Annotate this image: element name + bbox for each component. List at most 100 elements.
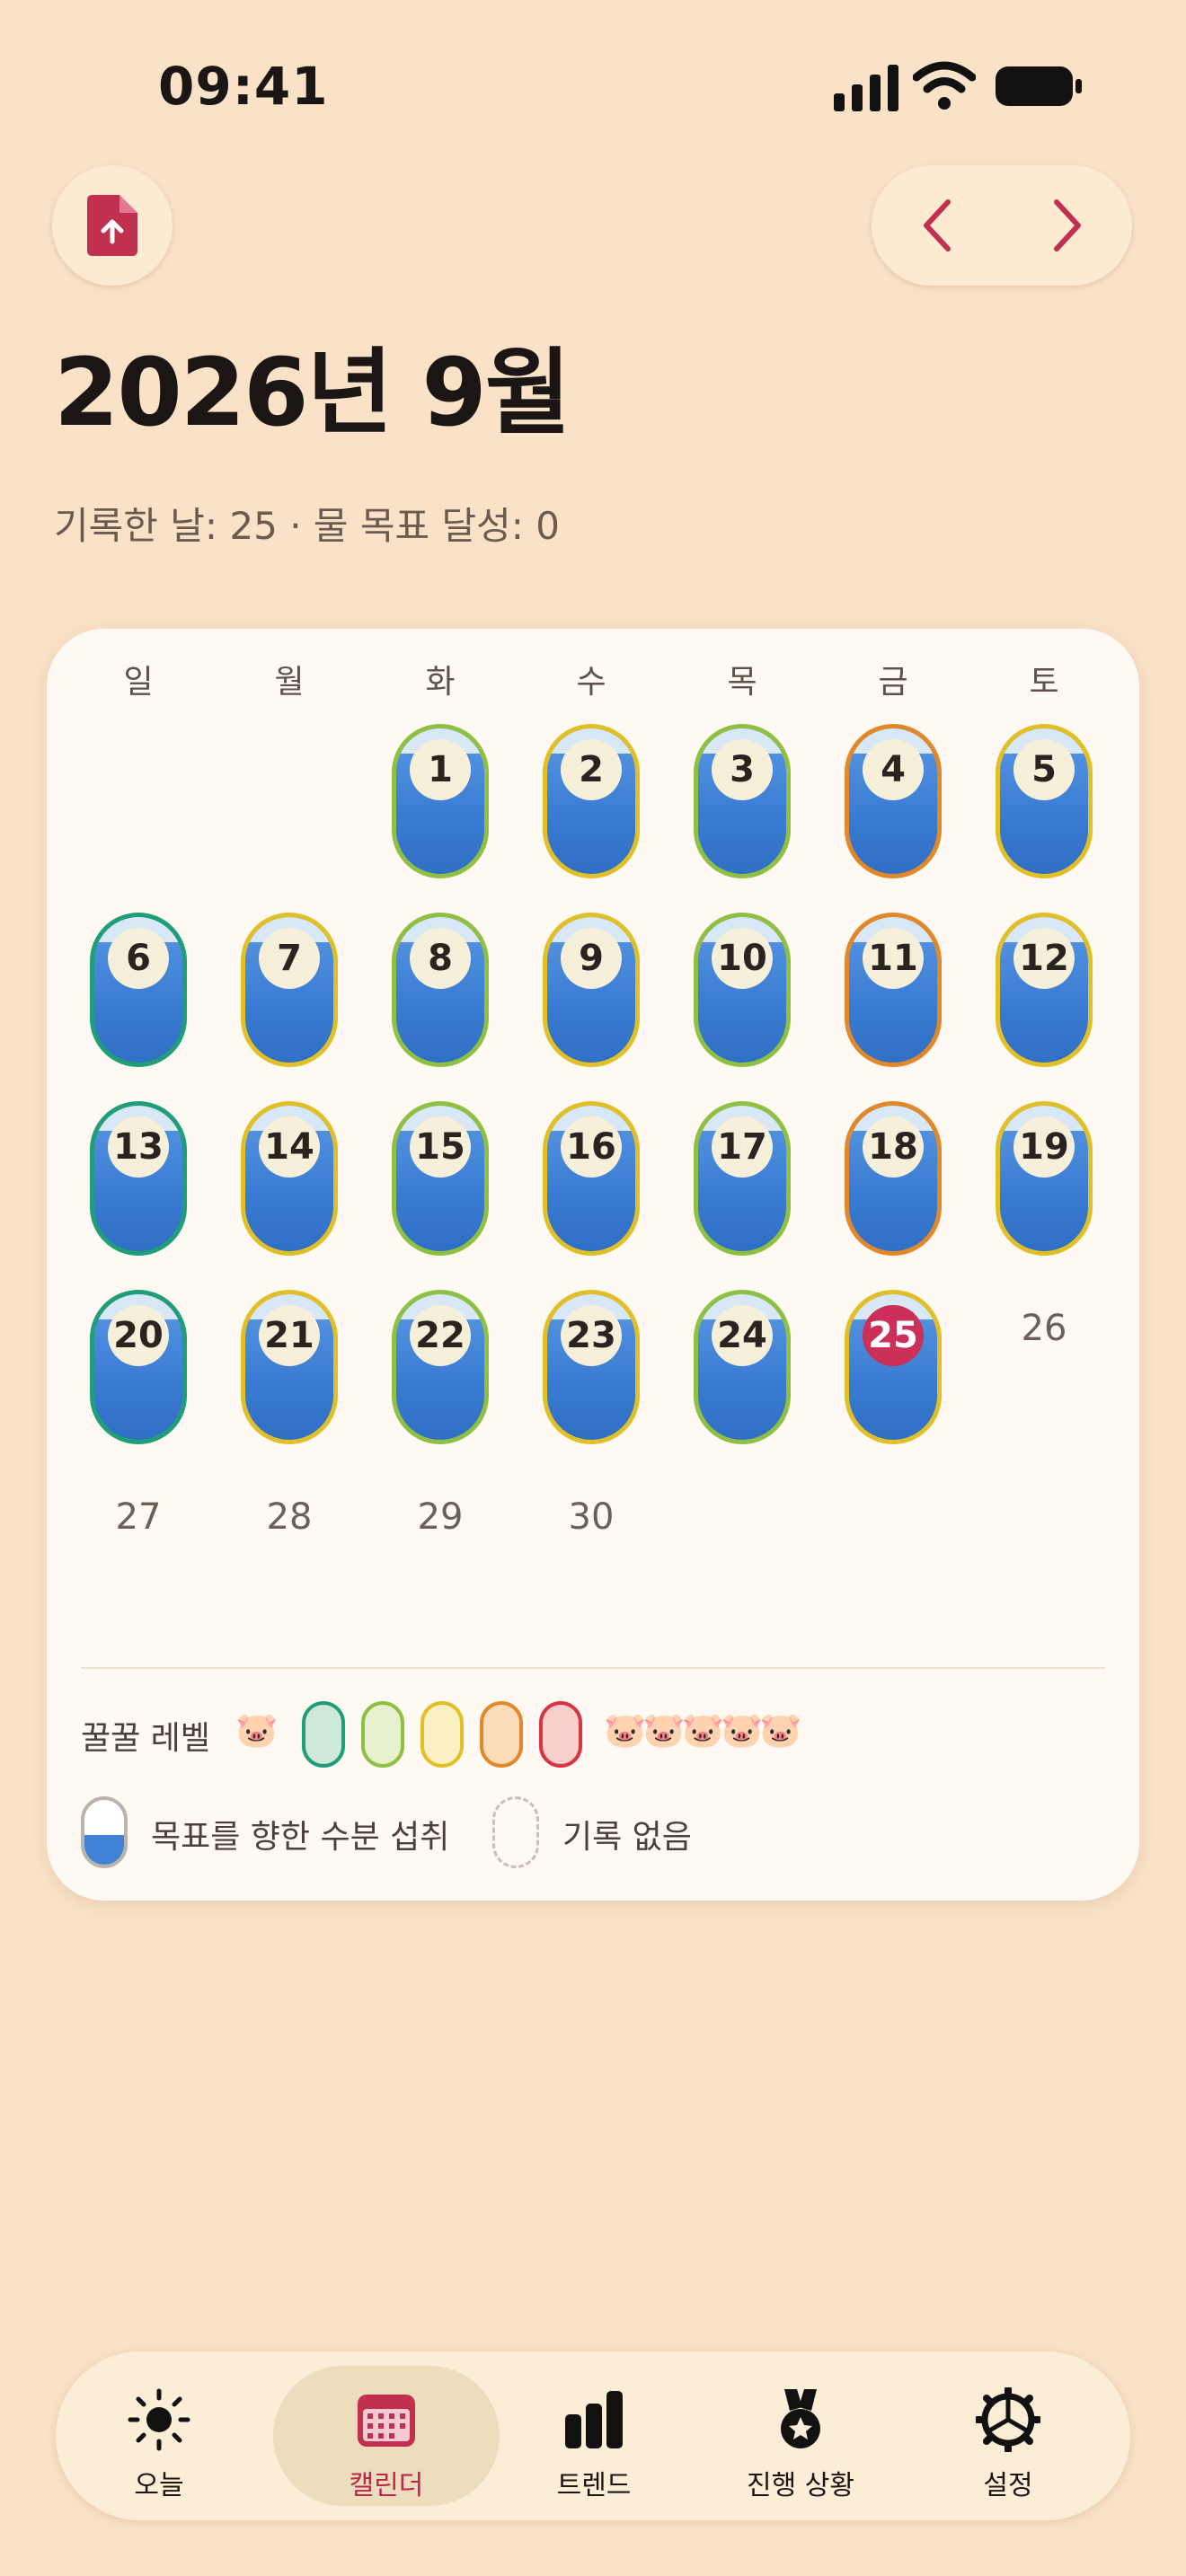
day-number: 9 [561, 928, 622, 989]
day-number: 30 [568, 1496, 615, 1538]
day-number: 15 [410, 1116, 471, 1178]
export-pdf-button[interactable] [52, 165, 173, 286]
day-number: 3 [712, 739, 773, 800]
day-water-pill: 20 [90, 1290, 187, 1444]
no-record-icon [492, 1796, 539, 1868]
status-time: 09:41 [158, 56, 329, 117]
calendar-day[interactable]: 11 [818, 913, 969, 1074]
day-water-pill: 3 [694, 724, 791, 878]
day-water-pill: 1 [392, 724, 489, 878]
calendar-day[interactable]: 22 [365, 1290, 516, 1451]
calendar-day[interactable]: 5 [969, 724, 1120, 886]
day-number: 2 [561, 739, 622, 800]
calendar-day[interactable]: 25 [818, 1290, 969, 1451]
day-number: 22 [410, 1305, 471, 1366]
medal-icon [781, 2389, 820, 2448]
level-swatch-2 [361, 1701, 404, 1768]
day-number: 10 [712, 928, 773, 989]
document-upload-icon [87, 195, 137, 256]
weekday-label: 화 [425, 664, 456, 701]
level-swatch-1 [302, 1701, 345, 1768]
day-number: 18 [863, 1116, 924, 1178]
tab-calendar[interactable]: 캘린더 [283, 2351, 490, 2520]
day-water-pill: 13 [90, 1101, 187, 1256]
calendar-day[interactable]: 13 [63, 1101, 214, 1263]
level-legend-label: 꿀꿀 레벨 [81, 1720, 210, 1757]
day-number: 6 [108, 928, 169, 989]
tab-settings[interactable]: 설정 [905, 2351, 1111, 2520]
calendar-day[interactable]: 26 [969, 1290, 1120, 1451]
battery-icon [996, 66, 1082, 106]
calendar-day[interactable]: 17 [667, 1101, 818, 1263]
calendar-day[interactable]: 9 [516, 913, 667, 1074]
day-number: 8 [410, 928, 471, 989]
calendar-day[interactable]: 2 [516, 724, 667, 886]
day-water-pill: 25 [845, 1290, 942, 1444]
day-water-pill: 23 [543, 1290, 640, 1444]
day-number: 21 [259, 1305, 320, 1366]
day-water-pill: 2 [543, 724, 640, 878]
calendar-day[interactable]: 15 [365, 1101, 516, 1263]
calendar-day[interactable]: 21 [214, 1290, 365, 1451]
day-number: 4 [863, 739, 924, 800]
weekday-label: 수 [576, 664, 606, 701]
calendar-day[interactable]: 24 [667, 1290, 818, 1451]
day-number: 19 [1013, 1116, 1075, 1178]
day-water-pill: 12 [996, 913, 1093, 1067]
calendar-day[interactable]: 6 [63, 913, 214, 1074]
tab-today[interactable]: 오늘 [56, 2351, 262, 2520]
day-water-pill: 9 [543, 913, 640, 1067]
calendar-day[interactable]: 1 [365, 724, 516, 886]
next-month-button[interactable] [1002, 165, 1132, 286]
day-water-pill: 8 [392, 913, 489, 1067]
day-number: 11 [863, 928, 924, 989]
tab-progress[interactable]: 진행 상황 [697, 2351, 904, 2520]
day-number: 16 [561, 1116, 622, 1178]
today-day-number: 25 [863, 1305, 924, 1366]
level-swatch-4 [480, 1701, 523, 1768]
tab-label: 진행 상황 [747, 2470, 854, 2501]
calendar-day[interactable]: 7 [214, 913, 365, 1074]
calendar-day[interactable]: 14 [214, 1101, 365, 1263]
chevron-right-icon [1053, 199, 1081, 251]
no-record-label: 기록 없음 [562, 1819, 692, 1856]
tab-label: 캘린더 [349, 2470, 424, 2501]
calendar-day[interactable]: 3 [667, 724, 818, 886]
day-water-pill: 22 [392, 1290, 489, 1444]
calendar-day[interactable]: 10 [667, 913, 818, 1074]
weekday-label: 일 [123, 664, 154, 701]
calendar-day[interactable]: 29 [365, 1478, 516, 1640]
day-number: 14 [259, 1116, 320, 1178]
calendar-day[interactable]: 19 [969, 1101, 1120, 1263]
day-water-pill: 11 [845, 913, 942, 1067]
calendar-day[interactable]: 28 [214, 1478, 365, 1640]
calendar-day[interactable]: 18 [818, 1101, 969, 1263]
calendar-day[interactable]: 20 [63, 1290, 214, 1451]
day-number: 7 [259, 928, 320, 989]
month-stats: 기록한 날: 25 · 물 목표 달성: 0 [54, 504, 561, 548]
page-title: 2026년 9월 [54, 338, 571, 447]
day-water-pill: 21 [241, 1290, 338, 1444]
tab-trends[interactable]: 트렌드 [491, 2351, 697, 2520]
day-water-pill: 15 [392, 1101, 489, 1256]
calendar-day[interactable]: 4 [818, 724, 969, 886]
calendar-day[interactable]: 16 [516, 1101, 667, 1263]
day-water-pill: 19 [996, 1101, 1093, 1256]
calendar-day[interactable]: 23 [516, 1290, 667, 1451]
cellular-signal-icon [834, 65, 898, 111]
previous-month-button[interactable] [872, 165, 1002, 286]
day-number: 23 [561, 1305, 622, 1366]
day-number: 1 [410, 739, 471, 800]
pig-icon: 🐷 [235, 1710, 279, 1750]
day-water-pill: 17 [694, 1101, 791, 1256]
calendar-day[interactable]: 8 [365, 913, 516, 1074]
calendar-day[interactable]: 12 [969, 913, 1120, 1074]
day-number: 28 [266, 1496, 313, 1538]
day-number: 27 [115, 1496, 162, 1538]
calendar-day[interactable]: 27 [63, 1478, 214, 1640]
day-water-pill: 4 [845, 724, 942, 878]
tab-label: 설정 [983, 2470, 1033, 2501]
calendar-day[interactable]: 30 [516, 1478, 667, 1640]
wifi-icon [913, 61, 976, 110]
day-number: 12 [1013, 928, 1075, 989]
